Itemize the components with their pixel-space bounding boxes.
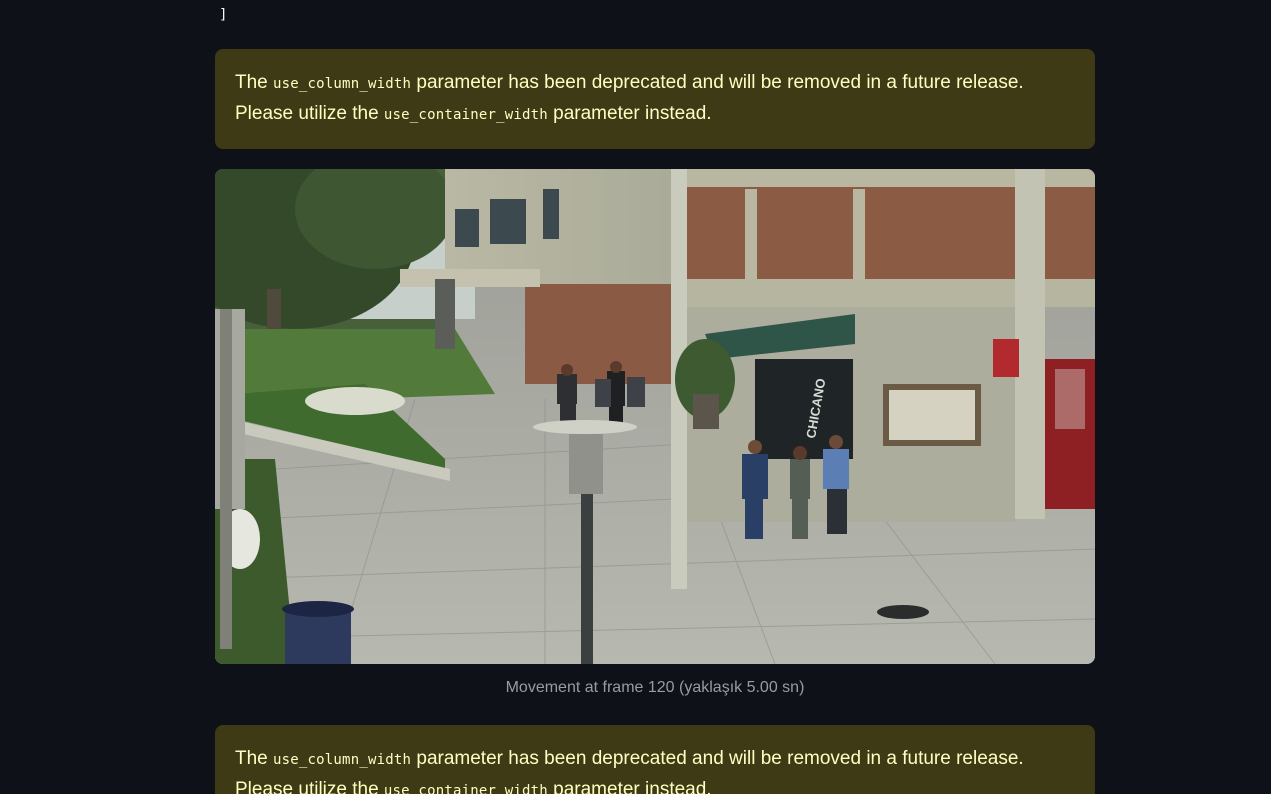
warning-param-old: use_column_width	[273, 76, 412, 92]
deprecation-warning: The use_column_width parameter has been …	[215, 725, 1095, 794]
deprecation-warning: The use_column_width parameter has been …	[215, 49, 1095, 149]
app-main: ] The use_column_width parameter has bee…	[0, 0, 1271, 794]
warning-param-new: use_container_width	[383, 783, 548, 794]
campus-scene-illustration: CHICANO	[215, 169, 1095, 664]
video-frame-image: CHICANO	[215, 169, 1095, 664]
image-caption: Movement at frame 120 (yaklaşık 5.00 sn)	[505, 679, 805, 696]
warning-text-suffix: parameter instead.	[547, 779, 712, 794]
warning-text-prefix: The	[235, 748, 274, 769]
code-block-tail: ]	[219, 7, 228, 23]
warning-text-prefix: The	[235, 72, 274, 93]
warning-text-suffix: parameter instead.	[547, 103, 712, 124]
warning-param-old: use_column_width	[273, 752, 412, 768]
warning-param-new: use_container_width	[383, 107, 548, 123]
